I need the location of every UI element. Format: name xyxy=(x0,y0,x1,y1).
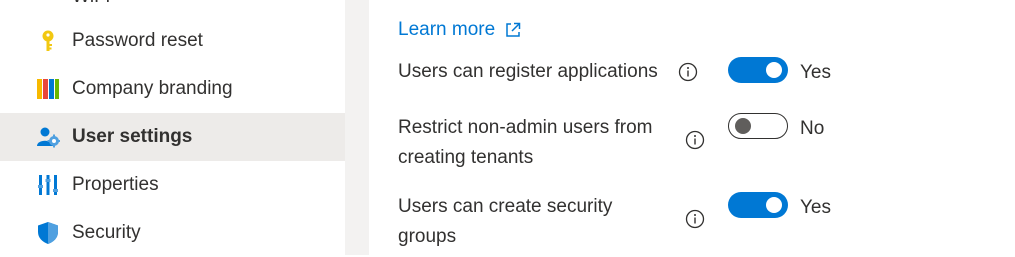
setting-label-line: creating tenants xyxy=(398,147,534,168)
sidebar-item-label: Password reset xyxy=(72,30,203,51)
sidebar-item-security[interactable]: Security xyxy=(0,209,345,257)
learn-more-link[interactable]: Learn more xyxy=(398,19,521,41)
toggle-knob xyxy=(766,197,782,213)
user-settings-icon xyxy=(36,125,60,149)
branding-icon xyxy=(36,77,60,101)
setting-label-restrict-tenants: Restrict non-admin users from creating t… xyxy=(398,113,652,173)
setting-label-line: Users can register applications xyxy=(398,61,658,82)
sidebar-item-label: User settings xyxy=(72,126,193,147)
info-icon[interactable] xyxy=(678,62,698,82)
shield-icon xyxy=(36,221,60,245)
sidebar-item-partial-label: WiFi xyxy=(72,0,110,8)
toggle-restrict-tenants[interactable] xyxy=(728,113,788,139)
setting-label-line: Restrict non-admin users from xyxy=(398,117,653,138)
toggle-create-security-groups[interactable] xyxy=(728,192,788,218)
external-link-icon xyxy=(505,22,521,38)
toggle-knob xyxy=(735,117,751,134)
sidebar-item-label: Security xyxy=(72,222,141,243)
sidebar-item-company-branding[interactable]: Company branding xyxy=(0,65,345,113)
setting-label-register-applications: Users can register applications xyxy=(398,57,658,87)
toggle-value-text: Yes xyxy=(800,197,831,218)
info-icon[interactable] xyxy=(685,130,705,150)
panel-divider xyxy=(345,0,369,255)
sidebar: WiFi Password reset Company branding xyxy=(0,0,345,255)
info-icon[interactable] xyxy=(685,209,705,229)
sidebar-item-label: Properties xyxy=(72,174,159,195)
key-icon xyxy=(36,29,60,53)
setting-label-create-security-groups: Users can create security groups xyxy=(398,192,612,252)
toggle-knob xyxy=(766,62,782,78)
sidebar-item-label: Company branding xyxy=(72,78,233,99)
sidebar-item-properties[interactable]: Properties xyxy=(0,161,345,209)
toggle-value-text: No xyxy=(800,118,825,139)
setting-label-line: Users can create security xyxy=(398,196,613,217)
toggle-register-applications[interactable] xyxy=(728,57,788,83)
toggle-value-text: Yes xyxy=(800,62,831,83)
learn-more-text: Learn more xyxy=(398,19,496,40)
settings-panel: Learn more Users can register applicatio… xyxy=(369,0,1015,255)
setting-label-line: groups xyxy=(398,226,457,247)
sidebar-item-password-reset[interactable]: Password reset xyxy=(0,17,345,65)
properties-icon xyxy=(36,173,60,197)
sidebar-item-user-settings[interactable]: User settings xyxy=(0,113,345,161)
